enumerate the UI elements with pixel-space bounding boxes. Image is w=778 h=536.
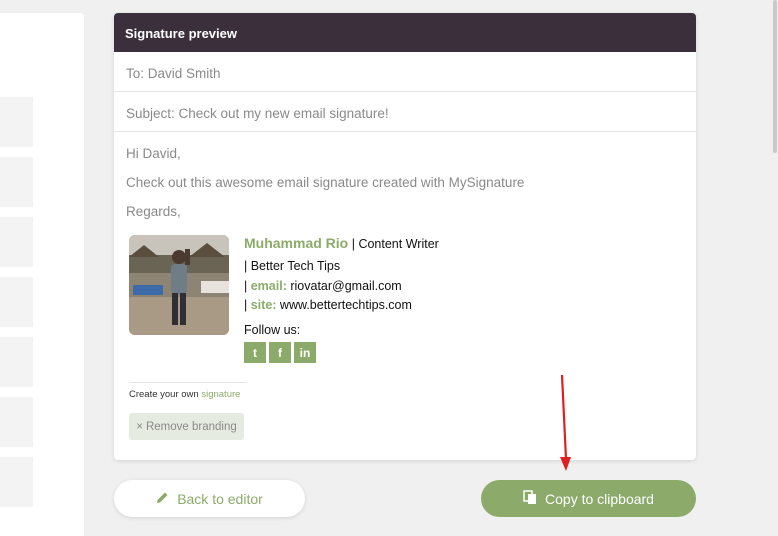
scrollbar-thumb[interactable] [773, 0, 777, 153]
pipe: | [244, 279, 248, 293]
create-own-label: Create your own [129, 389, 199, 400]
email-signature: Muhammad Rio | Content Writer | Better T… [129, 235, 579, 363]
remove-branding-button[interactable]: × Remove branding [129, 413, 244, 440]
sidebar-item[interactable] [0, 277, 33, 327]
follow-us-label: Follow us: [244, 323, 301, 337]
back-to-editor-button[interactable]: Back to editor [114, 480, 305, 517]
sidebar-item[interactable] [0, 397, 33, 447]
signature-site[interactable]: www.bettertechtips.com [280, 298, 412, 312]
signature-name-line: Muhammad Rio | Content Writer [244, 235, 439, 251]
email-body: Hi David, Check out this awesome email s… [114, 132, 696, 233]
close-icon: × [136, 420, 143, 433]
subject-field: Subject: Check out my new email signatur… [114, 92, 696, 132]
social-icons: t f in [244, 342, 316, 363]
sidebar-item[interactable] [0, 157, 33, 207]
sidebar-item[interactable] [0, 337, 33, 387]
body-line: Hi David, [126, 146, 181, 161]
left-panel [0, 13, 84, 536]
signature-name: Muhammad Rio [244, 235, 349, 251]
create-own-text: Create your own signature [129, 389, 240, 400]
body-line: Check out this awesome email signature c… [126, 175, 525, 190]
card-title: Signature preview [114, 13, 696, 52]
sidebar-item[interactable] [0, 217, 33, 267]
signature-title: Content Writer [358, 237, 439, 251]
body-line: Regards, [126, 204, 181, 219]
page-scrollbar[interactable] [771, 0, 778, 536]
sidebar-item[interactable] [0, 457, 33, 507]
annotation-arrow-icon [560, 374, 571, 471]
twitter-icon[interactable]: t [244, 342, 266, 363]
signature-email-line: | email: riovatar@gmail.com [244, 279, 402, 293]
signature-email[interactable]: riovatar@gmail.com [290, 279, 401, 293]
linkedin-icon[interactable]: in [294, 342, 316, 363]
pipe: | [244, 298, 248, 312]
remove-branding-label: Remove branding [145, 420, 237, 433]
separator: | [351, 237, 355, 251]
create-own-link[interactable]: signature [201, 389, 240, 400]
pencil-icon [156, 491, 169, 507]
branding-divider [129, 382, 247, 383]
copy-to-clipboard-button[interactable]: Copy to clipboard [481, 480, 696, 517]
sidebar-item[interactable] [0, 97, 33, 147]
facebook-icon[interactable]: f [269, 342, 291, 363]
site-label: site: [250, 298, 277, 312]
back-to-editor-label: Back to editor [177, 490, 263, 507]
signature-preview-card: Signature preview To: David Smith Subjec… [114, 13, 696, 460]
email-label: email: [250, 279, 287, 293]
signature-company: | Better Tech Tips [244, 259, 341, 273]
copy-icon [523, 489, 537, 508]
copy-to-clipboard-label: Copy to clipboard [545, 490, 654, 507]
to-field: To: David Smith [114, 52, 696, 92]
profile-photo [129, 235, 229, 335]
signature-site-line: | site: www.bettertechtips.com [244, 298, 412, 312]
